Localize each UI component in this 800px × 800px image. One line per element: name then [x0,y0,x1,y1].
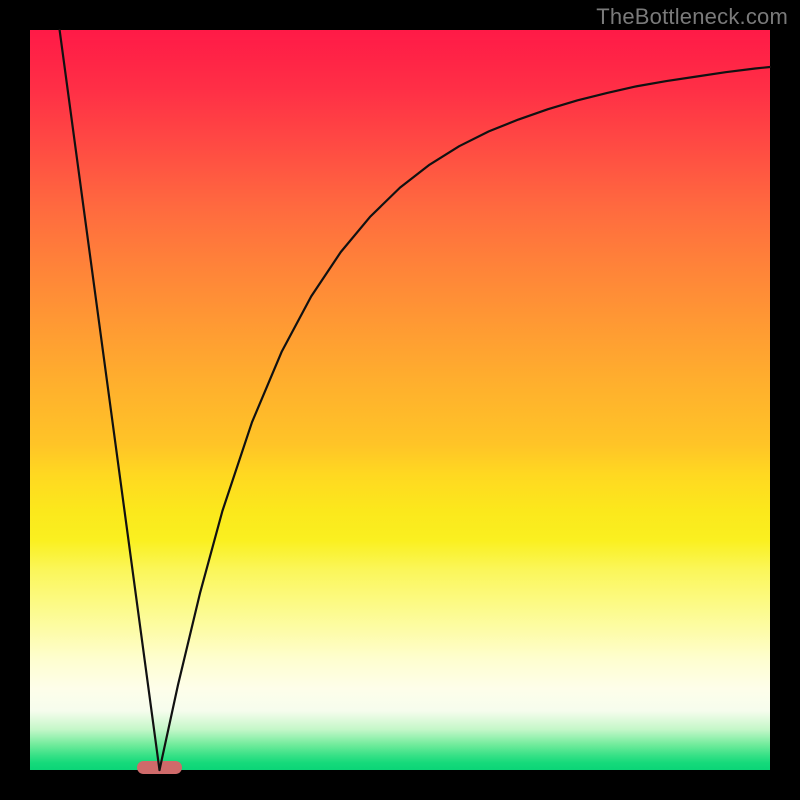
curve-right [160,67,771,770]
curve-left [60,30,160,770]
bottleneck-curve [30,30,770,770]
watermark-text: TheBottleneck.com [596,4,788,30]
plot-area [30,30,770,770]
chart-frame: TheBottleneck.com [0,0,800,800]
